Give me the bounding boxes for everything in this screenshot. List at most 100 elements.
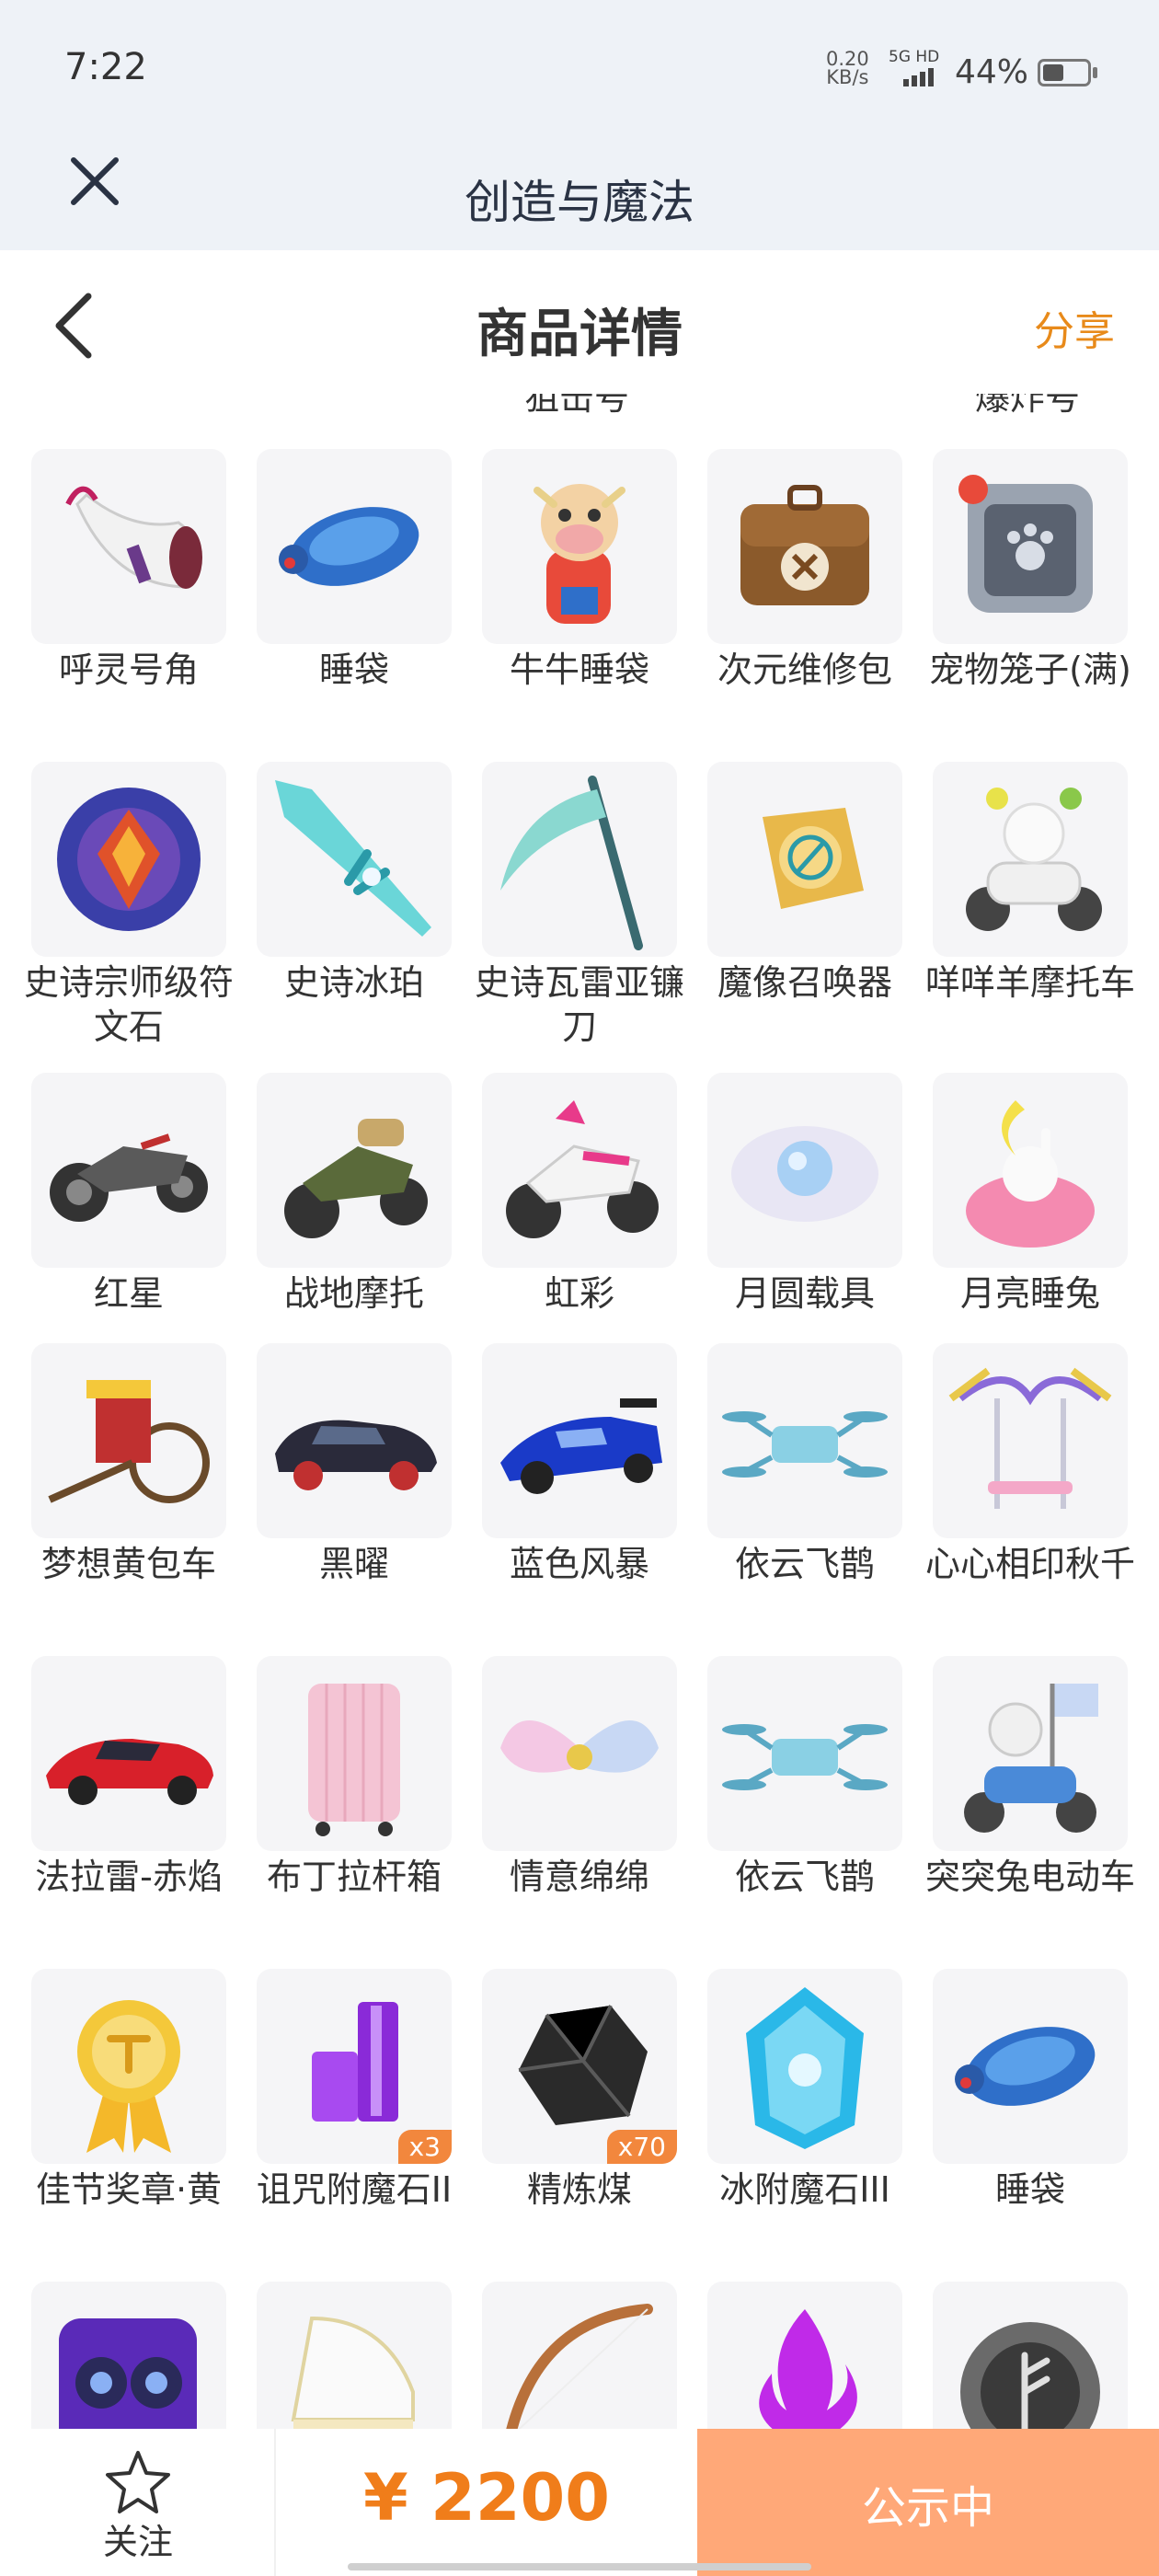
battery-icon: [1038, 59, 1097, 86]
item-cell[interactable]: 月亮睡兔: [933, 1073, 1128, 1316]
quantity-badge: x3: [397, 2130, 452, 2164]
drone-icon: [707, 1343, 902, 1538]
item-name: 呼灵号角: [58, 650, 199, 690]
item-cell[interactable]: 月圆载具: [707, 1073, 902, 1316]
blue-racecar-icon: [482, 1343, 677, 1538]
piano-icon: [257, 2282, 452, 2429]
item-name: 佳节奖章·黄: [35, 2169, 223, 2210]
item-cell[interactable]: 次元维修包: [707, 449, 902, 692]
repair-bag-icon: [707, 449, 902, 644]
item-cell[interactable]: 睡袋: [933, 1969, 1128, 2212]
item-name: 依云飞鹊: [734, 1857, 875, 1897]
item-name: 虹彩: [544, 1273, 614, 1314]
status-bar: 7:22 0.20 KB/s 5G HD 44%: [0, 0, 1159, 129]
ice-sword-icon: [257, 762, 452, 957]
item-cell[interactable]: 咩咩羊摩托车: [925, 762, 1135, 1005]
item-cell[interactable]: [707, 2282, 902, 2429]
item-name: 突突兔电动车: [924, 1857, 1135, 1897]
item-cell[interactable]: [31, 2282, 226, 2429]
status-label: 公示中: [861, 2482, 994, 2534]
item-cell[interactable]: 梦想黄包车: [31, 1343, 226, 1586]
cow-sleeping-bag-icon: [482, 449, 677, 644]
app-bar: 创造与魔法: [0, 129, 1159, 250]
item-name: 依云飞鹊: [734, 1544, 875, 1584]
item-cell[interactable]: 宠物笼子(满): [929, 449, 1131, 692]
sheep-scooter-icon: [933, 762, 1128, 957]
item-name: 蓝色风暴: [509, 1544, 649, 1584]
status-button[interactable]: 公示中: [697, 2429, 1159, 2576]
home-indicator[interactable]: [348, 2563, 811, 2570]
item-cell[interactable]: 布丁拉杆箱: [257, 1656, 452, 1899]
item-name: 梦想黄包车: [40, 1544, 216, 1584]
coal-icon: x70: [482, 1969, 677, 2164]
item-cell[interactable]: 依云飞鹊: [707, 1656, 902, 1899]
item-name: 黑曜: [318, 1544, 389, 1584]
item-cell[interactable]: 睡袋: [257, 449, 452, 692]
sleeping-bag-turtle-icon: [257, 449, 452, 644]
rabbit-scooter-icon: [933, 1656, 1128, 1851]
item-cell[interactable]: 法拉雷-赤焰: [31, 1656, 226, 1899]
rune-stone-icon: [31, 762, 226, 957]
follow-button[interactable]: 关注: [0, 2429, 276, 2576]
quantity-badge: x70: [606, 2130, 677, 2164]
item-name: 睡袋: [318, 650, 389, 690]
speaker-icon: [31, 2282, 226, 2429]
partial-label: 狙击号: [524, 394, 630, 414]
red-sportscar-icon: [31, 1656, 226, 1851]
item-cell[interactable]: 战地摩托: [257, 1073, 452, 1316]
item-cell[interactable]: 虹彩: [482, 1073, 677, 1316]
item-cell[interactable]: 佳节奖章·黄: [31, 1969, 226, 2212]
golem-summoner-icon: [707, 762, 902, 957]
item-cell[interactable]: 冰附魔石III: [707, 1969, 902, 2212]
partial-label: 爆炸号: [975, 394, 1081, 414]
ice-crystal-icon: [707, 1969, 902, 2164]
item-cell[interactable]: 史诗冰珀: [257, 762, 452, 1005]
item-cell[interactable]: [933, 2282, 1128, 2429]
item-name: 史诗冰珀: [283, 962, 424, 1003]
item-cell[interactable]: x3 诅咒附魔石II: [257, 1969, 452, 2212]
wings-icon: [482, 1656, 677, 1851]
item-name: 冰附魔石III: [719, 2169, 890, 2210]
pet-cage-icon: [933, 449, 1128, 644]
item-name: 咩咩羊摩托车: [924, 962, 1135, 1003]
bow-icon: [482, 2282, 677, 2429]
page-title: 商品详情: [476, 305, 683, 364]
moon-rabbit-icon: [933, 1073, 1128, 1268]
item-name: 次元维修包: [717, 650, 892, 690]
drone-icon: [707, 1656, 902, 1851]
item-name: 宠物笼子(满): [929, 650, 1131, 690]
item-name: 睡袋: [994, 2169, 1065, 2210]
item-cell[interactable]: 牛牛睡袋: [482, 449, 677, 692]
net-speed-value: 0.20: [826, 48, 869, 70]
item-name: 心心相印秋千: [924, 1544, 1135, 1584]
battery-percent: 44%: [955, 53, 1029, 91]
item-cell[interactable]: 红星: [31, 1073, 226, 1316]
net-speed-unit: KB/s: [826, 66, 869, 88]
item-cell[interactable]: 依云飞鹊: [707, 1343, 902, 1586]
item-cell[interactable]: 魔像召唤器: [707, 762, 902, 1005]
item-cell[interactable]: [482, 2282, 677, 2429]
item-cell[interactable]: 呼灵号角: [31, 449, 226, 692]
scythe-icon: [482, 762, 677, 957]
item-cell[interactable]: 蓝色风暴: [482, 1343, 677, 1586]
swing-icon: [933, 1343, 1128, 1538]
item-name: 红星: [93, 1273, 164, 1314]
item-name: 情意绵绵: [509, 1857, 649, 1897]
black-car-icon: [257, 1343, 452, 1538]
item-cell[interactable]: 突突兔电动车: [925, 1656, 1135, 1899]
item-cell[interactable]: 心心相印秋千: [925, 1343, 1135, 1586]
share-button[interactable]: 分享: [1034, 298, 1115, 357]
net-speed: 0.20 KB/s: [826, 48, 869, 88]
item-cell[interactable]: 黑曜: [257, 1343, 452, 1586]
bottom-action-bar: 关注 ¥ 2200 公示中: [0, 2429, 1159, 2576]
signal-icon: 5G HD: [889, 48, 944, 92]
item-cell[interactable]: [257, 2282, 452, 2429]
item-name: 月圆载具: [734, 1273, 875, 1314]
item-cell[interactable]: 史诗瓦雷亚镰刀: [475, 762, 684, 1049]
item-name: 法拉雷-赤焰: [35, 1857, 223, 1897]
item-cell[interactable]: 史诗宗师级符文石: [24, 762, 234, 1049]
item-name: 史诗宗师级符文石: [23, 962, 234, 1047]
item-name: 史诗瓦雷亚镰刀: [474, 962, 684, 1047]
item-cell[interactable]: 情意绵绵: [482, 1656, 677, 1899]
item-cell[interactable]: x70 精炼煤: [482, 1969, 677, 2212]
